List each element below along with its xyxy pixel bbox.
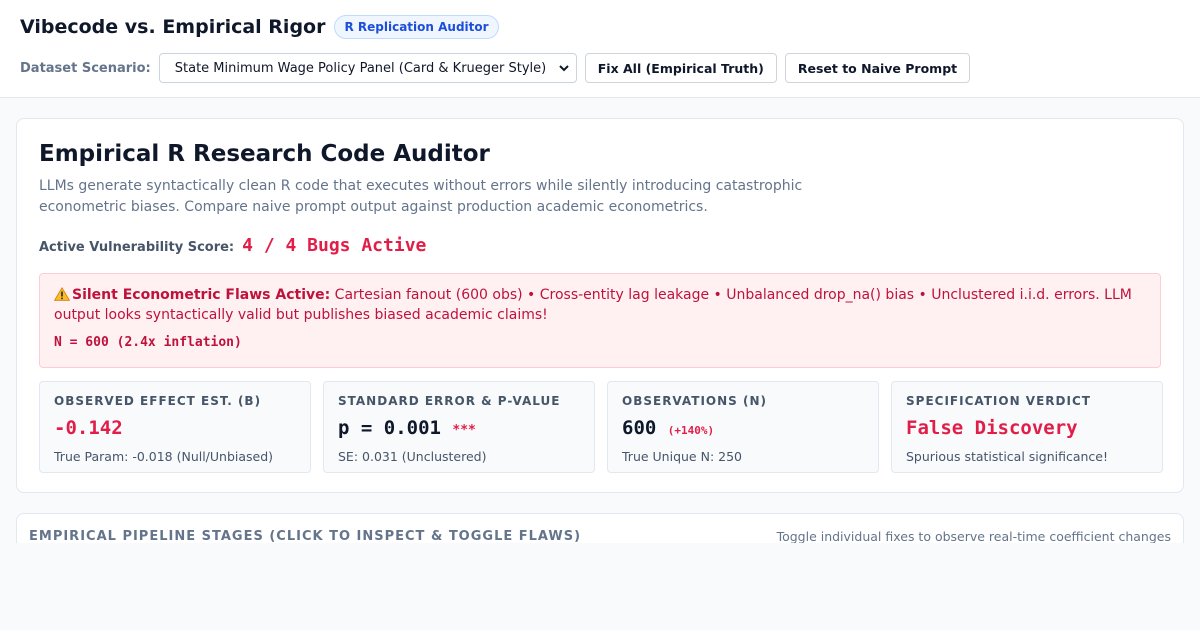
metric-label: STANDARD ERROR & P-VALUE	[338, 394, 561, 408]
metric-standard-error: STANDARD ERROR & P-VALUE p = 0.001 *** S…	[323, 381, 595, 473]
verdict-value: False Discovery	[906, 417, 1078, 439]
title-row: Vibecode vs. Empirical Rigor R Replicati…	[20, 15, 499, 39]
dataset-scenario-select[interactable]: State Minimum Wage Policy Panel (Card & …	[158, 53, 577, 83]
auditor-description: LLMs generate syntactically clean R code…	[39, 178, 803, 215]
dataset-selected-value: State Minimum Wage Policy Panel (Card & …	[174, 60, 547, 76]
reset-button[interactable]: Reset to Naive Prompt	[784, 53, 971, 83]
fix-all-button[interactable]: Fix All (Empirical Truth)	[584, 53, 777, 83]
warning-icon	[54, 287, 70, 301]
dataset-scenario-label: Dataset Scenario:	[20, 60, 151, 76]
vulnerability-score-row: Active Vulnerability Score: 4 / 4 Bugs A…	[39, 235, 426, 256]
metric-value: False Discovery	[906, 417, 1148, 441]
controls-row: Dataset Scenario: State Minimum Wage Pol…	[20, 53, 978, 83]
metric-value: 600 (+140%)	[622, 417, 864, 441]
p-value: p = 0.001	[338, 417, 441, 439]
pipeline-stages-panel: EMPIRICAL PIPELINE STAGES (CLICK TO INSP…	[16, 513, 1184, 543]
metric-label: OBSERVATIONS (N)	[622, 394, 767, 408]
metric-effect-estimate: OBSERVED EFFECT EST. (B) -0.142 True Par…	[39, 381, 311, 473]
pipeline-stages-hint: Toggle individual fixes to observe real-…	[776, 529, 1171, 543]
metric-observations: OBSERVATIONS (N) 600 (+140%) True Unique…	[607, 381, 879, 473]
app-title: Vibecode vs. Empirical Rigor	[20, 16, 326, 38]
metric-sub: SE: 0.031 (Unclustered)	[338, 449, 487, 464]
alert-heading: Silent Econometric Flaws Active:	[72, 287, 331, 303]
auditor-title: Empirical R Research Code Auditor	[39, 141, 490, 167]
vulnerability-score-value: 4 / 4 Bugs Active	[242, 235, 427, 256]
significance-stars: ***	[452, 423, 476, 438]
metric-value: p = 0.001 ***	[338, 417, 580, 441]
observations-value: 600	[622, 417, 657, 439]
metrics-row: OBSERVED EFFECT EST. (B) -0.142 True Par…	[39, 381, 1163, 473]
alert-n-note: N = 600 (2.4x inflation)	[54, 335, 242, 350]
metric-label: OBSERVED EFFECT EST. (B)	[54, 394, 262, 408]
pipeline-stages-title: EMPIRICAL PIPELINE STAGES (CLICK TO INSP…	[29, 529, 582, 543]
metric-sub: True Param: -0.018 (Null/Unbiased)	[54, 449, 274, 464]
metric-sub: True Unique N: 250	[622, 449, 742, 464]
alert-text: Silent Econometric Flaws Active: Cartesi…	[54, 285, 1146, 325]
effect-value: -0.142	[54, 417, 123, 439]
vulnerability-score-label: Active Vulnerability Score:	[39, 240, 235, 255]
inflation-percent: (+140%)	[667, 424, 715, 437]
metric-label: SPECIFICATION VERDICT	[906, 394, 1091, 408]
flaws-alert: Silent Econometric Flaws Active: Cartesi…	[39, 273, 1161, 368]
metric-sub: Spurious statistical significance!	[906, 449, 1108, 464]
app-header: Vibecode vs. Empirical Rigor R Replicati…	[0, 0, 1200, 98]
auditor-badge: R Replication Auditor	[334, 15, 499, 39]
auditor-card: Empirical R Research Code Auditor LLMs g…	[16, 118, 1184, 493]
metric-value: -0.142	[54, 417, 296, 441]
metric-verdict: SPECIFICATION VERDICT False Discovery Sp…	[891, 381, 1163, 473]
chevron-down-icon	[559, 65, 569, 72]
